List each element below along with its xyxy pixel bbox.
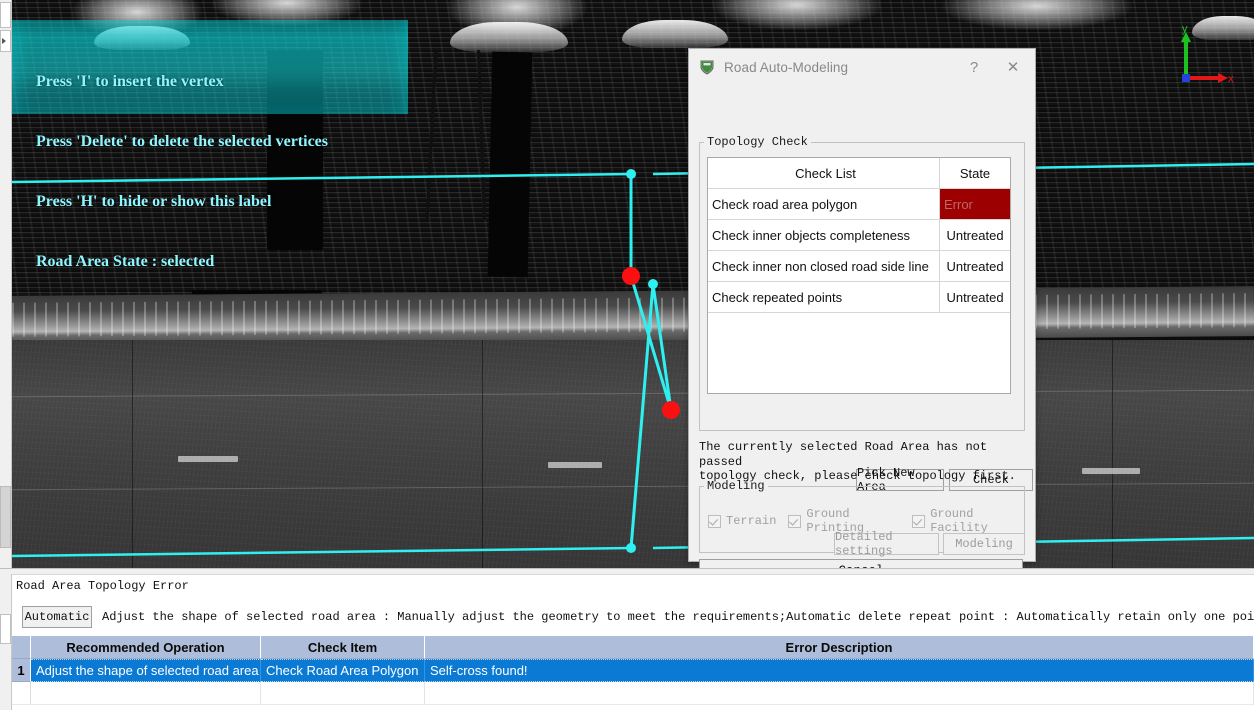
dialog-title-bar[interactable]: Road Auto-Modeling ? ✕ xyxy=(689,49,1035,85)
axis-x-label: x xyxy=(1228,73,1234,85)
bottom-left-dock-strip xyxy=(0,574,12,710)
parked-car xyxy=(622,20,728,48)
check-state: Error xyxy=(940,189,1010,219)
hint-line-2: Press 'Delete' to delete the selected ve… xyxy=(36,133,329,150)
close-button[interactable]: ✕ xyxy=(991,49,1035,85)
topology-check-group: Topology Check Check List State Check ro… xyxy=(699,135,1033,494)
foliage-cluster xyxy=(712,0,882,30)
left-dock-panel-stub-1[interactable] xyxy=(0,2,11,28)
road-joint xyxy=(132,340,133,568)
road-auto-modeling-dialog[interactable]: Road Auto-Modeling ? ✕ Topology Check Ch… xyxy=(688,48,1036,583)
table-row[interactable]: Check road area polygon Error xyxy=(708,189,1010,220)
grid-header-error-description[interactable]: Error Description xyxy=(425,636,1254,659)
checkbox-terrain[interactable]: Terrain xyxy=(708,514,776,528)
check-name: Check road area polygon xyxy=(708,189,940,219)
check-name: Check inner non closed road side line xyxy=(708,251,940,281)
checkbox-checked-icon xyxy=(708,514,721,528)
expand-arrow-icon[interactable] xyxy=(2,38,6,44)
table-row[interactable]: Check repeated points Untreated xyxy=(708,282,1010,313)
hint-line-3: Press 'H' to hide or show this label xyxy=(36,193,272,210)
checkbox-checked-icon xyxy=(788,514,802,528)
axis-gizmo: y x xyxy=(1181,23,1234,85)
table-header-row: Check List State xyxy=(708,158,1010,189)
dialog-status-message: The currently selected Road Area has not… xyxy=(699,440,1016,483)
checkbox-checked-icon xyxy=(912,514,926,528)
operation-hint-text: Adjust the shape of selected road area :… xyxy=(102,610,1254,624)
empty-cell xyxy=(261,682,425,705)
cell-error-description[interactable]: Self-cross found! xyxy=(425,659,1254,682)
panel-title: Road Area Topology Error xyxy=(16,579,189,593)
road-joint xyxy=(1112,340,1113,568)
app-shield-icon xyxy=(700,60,714,75)
topology-check-legend: Topology Check xyxy=(707,135,808,149)
occlusion-shadow xyxy=(487,51,533,278)
parked-car xyxy=(450,22,568,52)
empty-cell xyxy=(31,682,261,705)
empty-cell xyxy=(425,682,1254,705)
check-name: Check inner objects completeness xyxy=(708,220,940,250)
checkbox-terrain-label: Terrain xyxy=(726,514,777,528)
automatic-button[interactable]: Automatic xyxy=(22,606,92,628)
table-row[interactable]: 1 Adjust the shape of selected road area… xyxy=(12,659,1254,682)
grid-header-check-item[interactable]: Check Item xyxy=(261,636,425,659)
road-joint xyxy=(482,340,483,568)
foliage-cluster xyxy=(942,0,1132,30)
grid-header-row: Recommended Operation Check Item Error D… xyxy=(12,636,1254,659)
check-state: Untreated xyxy=(946,227,1004,243)
grid-empty-row xyxy=(12,682,1254,705)
grid-header-index xyxy=(12,636,31,659)
column-header-check-list: Check List xyxy=(708,158,940,188)
row-index: 1 xyxy=(12,659,31,682)
modeling-legend: Modeling xyxy=(707,479,765,493)
cell-recommended-operation[interactable]: Adjust the shape of selected road area xyxy=(31,659,261,682)
road-surface-noise xyxy=(12,340,1254,568)
table-row[interactable]: Check inner non closed road side line Un… xyxy=(708,251,1010,282)
lane-marking xyxy=(548,462,602,468)
help-button[interactable]: ? xyxy=(957,49,991,85)
viewport-hint-lines: Press 'I' to insert the vertex Press 'De… xyxy=(36,32,328,312)
detailed-settings-button[interactable]: Detailed settings xyxy=(834,530,939,558)
lane-marking xyxy=(1082,468,1140,474)
hint-line-4: Road Area State : selected xyxy=(36,253,215,270)
checkbox-ground-facility-label: Ground Facility xyxy=(930,507,988,535)
check-name: Check repeated points xyxy=(708,282,940,312)
application-window: y x Press 'I' to insert the vertex Press… xyxy=(0,0,1254,710)
bottom-dock-panel-stub[interactable] xyxy=(0,614,11,644)
left-dock-scroll-thumb[interactable] xyxy=(0,486,11,548)
panel-splitter[interactable] xyxy=(0,569,1254,575)
empty-index xyxy=(12,682,31,705)
column-header-state: State xyxy=(959,165,991,181)
lane-marking xyxy=(178,456,238,462)
axis-y-label: y xyxy=(1182,23,1188,35)
table-row[interactable]: Check inner objects completeness Untreat… xyxy=(708,220,1010,251)
topology-check-table[interactable]: Check List State Check road area polygon… xyxy=(707,157,1011,394)
error-grid[interactable]: Recommended Operation Check Item Error D… xyxy=(12,636,1254,710)
dialog-window-buttons: ? ✕ xyxy=(957,49,1035,85)
left-dock-strip xyxy=(0,0,12,568)
viewport-hint-label: Press 'I' to insert the vertex Press 'De… xyxy=(12,20,408,270)
cell-check-item[interactable]: Check Road Area Polygon xyxy=(261,659,425,682)
left-dock-spacer xyxy=(0,54,11,484)
check-state: Untreated xyxy=(946,289,1004,305)
hint-line-1: Press 'I' to insert the vertex xyxy=(36,73,224,90)
table-empty-area xyxy=(708,313,1010,428)
point-cloud-viewport[interactable]: y x Press 'I' to insert the vertex Press… xyxy=(12,0,1254,568)
modeling-group: Modeling Terrain Ground Printing Ground … xyxy=(699,479,1025,558)
modeling-button[interactable]: Modeling xyxy=(943,533,1025,555)
check-state: Untreated xyxy=(946,258,1004,274)
grid-header-recommended-operation[interactable]: Recommended Operation xyxy=(31,636,261,659)
dialog-title: Road Auto-Modeling xyxy=(724,59,849,75)
